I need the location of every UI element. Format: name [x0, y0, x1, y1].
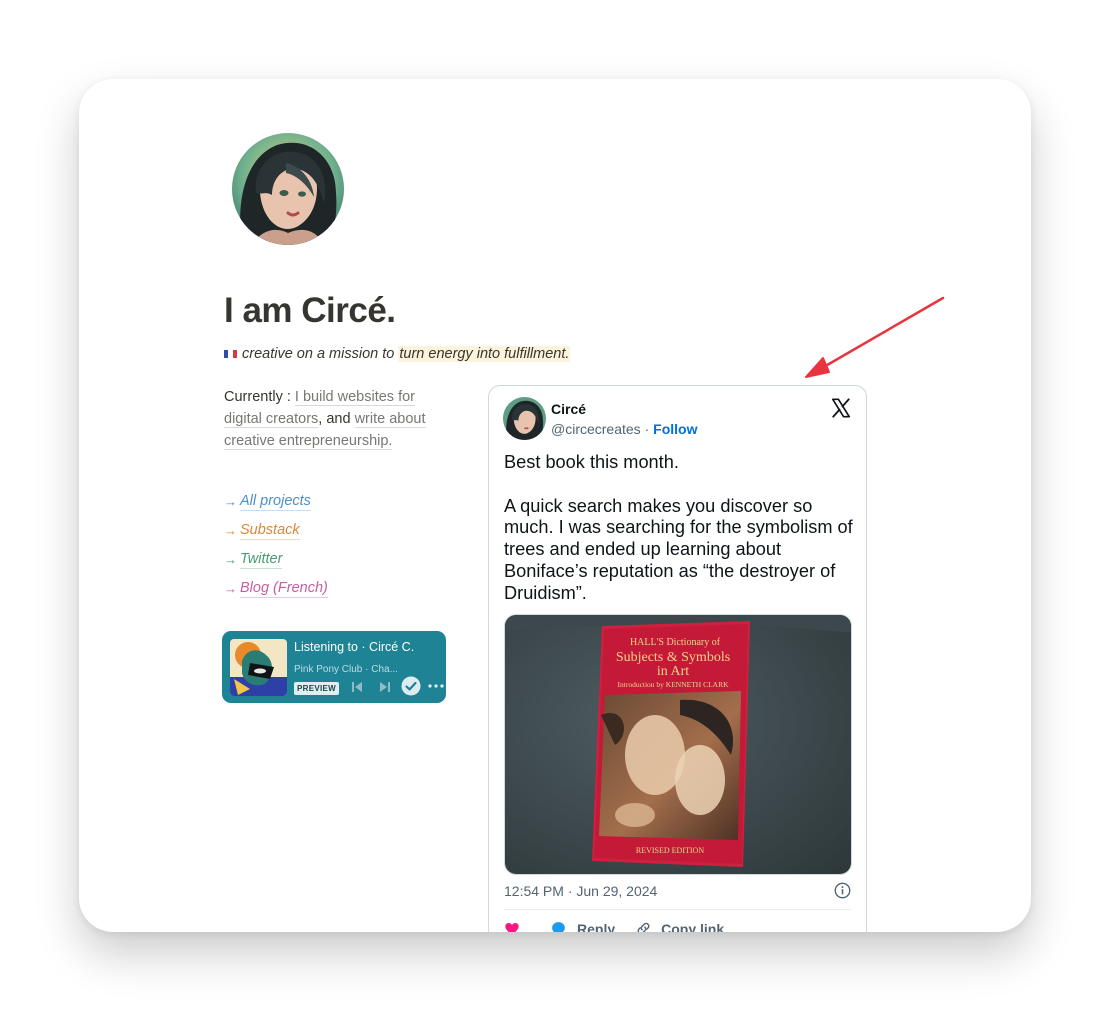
- skip-forward-icon[interactable]: [378, 680, 392, 694]
- link-icon: [637, 922, 650, 932]
- page-card: I am Circé. creative on a mission to tur…: [79, 79, 1031, 932]
- preview-badge: PREVIEW: [294, 682, 339, 695]
- tweet-avatar[interactable]: [503, 397, 546, 440]
- copy-link-label: Copy link: [661, 920, 725, 933]
- tagline-text: creative on a mission to: [242, 346, 395, 362]
- tweet-divider: [504, 909, 851, 910]
- tweet-handle[interactable]: @circecreates: [551, 421, 641, 437]
- link-blog-french[interactable]: → Blog (French): [224, 574, 328, 603]
- currently-connector: , and: [318, 411, 351, 427]
- more-options-icon[interactable]: [428, 684, 444, 688]
- link-label: Twitter: [240, 550, 283, 569]
- like-button[interactable]: [504, 921, 520, 932]
- follow-button[interactable]: Follow: [653, 421, 697, 437]
- arrow-right-icon: →: [224, 494, 237, 509]
- reply-button[interactable]: Reply: [550, 920, 615, 932]
- tweet-timestamp[interactable]: 12:54 PM · Jun 29, 2024: [504, 883, 657, 899]
- x-logo-icon[interactable]: [830, 397, 852, 419]
- tagline-highlight: turn energy into fulfillment.: [398, 346, 571, 362]
- tweet-author-name[interactable]: Circé: [551, 401, 586, 417]
- link-substack[interactable]: → Substack: [224, 516, 328, 545]
- link-label: Blog (French): [240, 579, 328, 598]
- reply-label: Reply: [577, 920, 616, 933]
- tweet-handle-row: @circecreates · Follow: [551, 421, 697, 437]
- skip-back-icon[interactable]: [350, 680, 364, 694]
- reply-bubble-icon: [552, 922, 565, 932]
- link-label: Substack: [240, 521, 300, 540]
- spotify-track: Pink Pony Club · Cha...: [294, 664, 398, 675]
- links-list: → All projects → Substack → Twitter → Bl…: [224, 487, 328, 603]
- album-cover: [230, 639, 287, 696]
- saved-check-icon[interactable]: [401, 676, 421, 696]
- link-label: All projects: [240, 492, 311, 511]
- tweet-embed[interactable]: Circé @circecreates · Follow Best book t…: [488, 385, 867, 932]
- currently-label: Currently :: [224, 389, 291, 405]
- arrow-right-icon: →: [224, 552, 237, 567]
- profile-avatar: [232, 133, 344, 245]
- tweet-text-first: Best book this month.: [504, 452, 679, 472]
- book-edition: REVISED EDITION: [636, 846, 704, 855]
- arrow-right-icon: →: [224, 581, 237, 596]
- copy-link-button[interactable]: Copy link: [635, 920, 724, 932]
- tweet-actions: Reply Copy link: [504, 920, 724, 932]
- tweet-photo[interactable]: HALL'S Dictionary of Subjects & Symbols …: [504, 614, 852, 875]
- book-title-line2: Subjects & Symbols: [616, 650, 730, 665]
- france-flag-icon: [224, 350, 237, 358]
- arrow-right-icon: →: [224, 523, 237, 538]
- link-all-projects[interactable]: → All projects: [224, 487, 328, 516]
- tweet-text: Best book this month. A quick search mak…: [504, 452, 854, 605]
- handle-separator: ·: [644, 421, 650, 437]
- book-title-line1: HALL'S Dictionary of: [630, 637, 721, 648]
- book-introduction: Introduction by KENNETH CLARK: [617, 680, 729, 689]
- heart-icon: [505, 922, 519, 932]
- link-twitter[interactable]: → Twitter: [224, 545, 328, 574]
- spotify-title: Listening to · Circé C.: [294, 640, 415, 654]
- spotify-widget[interactable]: Listening to · Circé C. Pink Pony Club ·…: [222, 631, 446, 703]
- tagline: creative on a mission to turn energy int…: [224, 346, 571, 362]
- currently-paragraph: Currently : I build websites for digital…: [224, 386, 449, 452]
- book-title-line3: in Art: [657, 664, 689, 679]
- tweet-text-body: A quick search makes you discover so muc…: [504, 495, 853, 603]
- info-icon[interactable]: [834, 882, 851, 899]
- page-title: I am Circé.: [224, 291, 396, 330]
